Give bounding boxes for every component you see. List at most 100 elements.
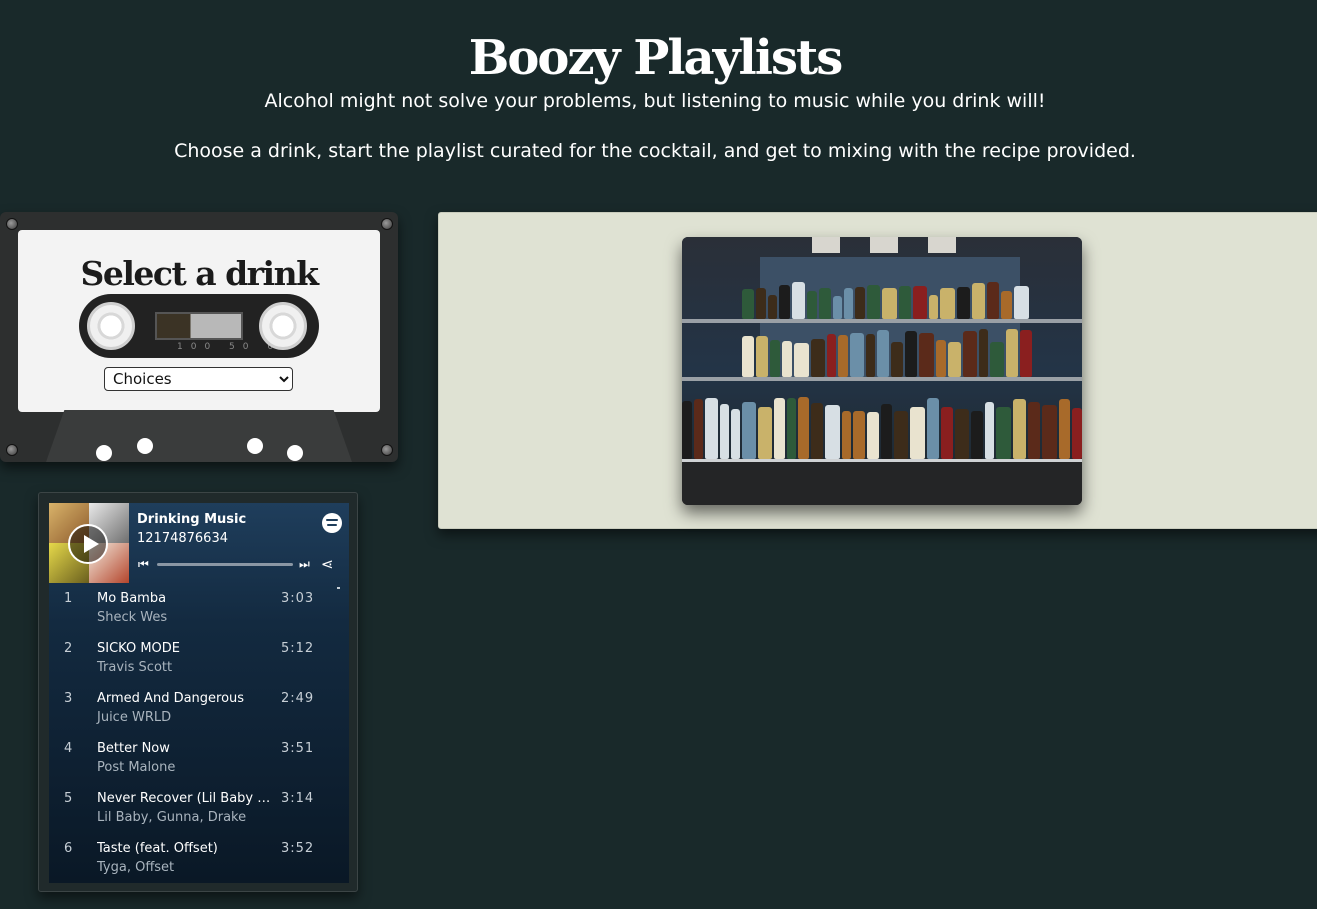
bottle <box>867 412 879 459</box>
cassette-hole <box>247 438 263 454</box>
bottle <box>1059 399 1070 459</box>
bottle <box>792 282 805 319</box>
bottle <box>1072 408 1082 459</box>
drink-select[interactable]: Choices <box>104 367 293 391</box>
bottle <box>919 333 934 377</box>
bottle <box>929 295 938 319</box>
bottle <box>850 333 864 377</box>
bottle <box>972 283 985 319</box>
bottle <box>705 398 718 459</box>
bottle <box>1020 330 1032 377</box>
cassette-label: Select a drink 100 50 0 Choices <box>18 230 380 412</box>
cassette-hole <box>96 445 112 461</box>
track-name: Better Now <box>97 741 170 756</box>
track-artist[interactable]: Sheck Wes <box>97 610 167 625</box>
bottle <box>842 411 851 459</box>
reel-icon <box>87 302 135 350</box>
bottle <box>985 402 994 459</box>
bottle <box>682 401 692 459</box>
bottle <box>987 282 999 319</box>
bottle <box>979 329 988 377</box>
bottle <box>867 285 880 319</box>
bottle <box>768 295 777 319</box>
bottle <box>913 286 927 319</box>
track-artist[interactable]: Tyga, Offset <box>97 860 174 875</box>
table-row[interactable]: 2 SICKO MODE Travis Scott 5:12 <box>49 633 349 683</box>
bottle <box>782 341 792 377</box>
bottle <box>948 342 961 377</box>
track-artist[interactable]: Travis Scott <box>97 660 172 675</box>
table-row[interactable]: 1 Mo Bamba Sheck Wes 3:03 <box>49 583 349 633</box>
bottle <box>756 288 766 319</box>
track-name: Armed And Dangerous <box>97 691 245 706</box>
skip-back-icon[interactable]: ⏮ <box>138 558 150 570</box>
bottle <box>891 342 903 377</box>
bottle <box>877 330 889 377</box>
track-number: 1 <box>64 591 73 606</box>
bottle <box>779 285 790 319</box>
track-number: 6 <box>64 841 73 856</box>
table-row[interactable]: 3 Armed And Dangerous Juice WRLD 2:49 <box>49 683 349 733</box>
page-title: Boozy Playlists <box>468 30 843 86</box>
progress-bar[interactable] <box>157 563 293 566</box>
bottle <box>731 409 740 459</box>
bottle <box>838 335 848 377</box>
bottle <box>990 342 1004 377</box>
bottle <box>910 407 925 459</box>
bottle <box>866 334 875 377</box>
bottle <box>742 402 756 459</box>
reel-icon <box>259 302 307 350</box>
bottle <box>742 289 754 319</box>
bottle <box>1006 329 1018 377</box>
bottle <box>811 403 823 459</box>
bottle <box>853 411 865 459</box>
track-artist[interactable]: Lil Baby, Gunna, Drake <box>97 810 246 825</box>
bottle <box>844 288 853 319</box>
track-duration: 2:49 <box>281 691 315 706</box>
track-artist[interactable]: Post Malone <box>97 760 175 775</box>
select-drink-heading: Select a drink <box>80 254 319 293</box>
track-duration: 3:14 <box>281 791 315 806</box>
cassette-window: 100 50 0 <box>79 294 319 358</box>
share-icon[interactable]: ⋖ <box>321 555 334 573</box>
track-number: 5 <box>64 791 73 806</box>
bottle <box>827 334 836 377</box>
bottle <box>694 399 703 459</box>
bottle <box>1001 291 1012 319</box>
track-name: Taste (feat. Offset) <box>97 841 218 856</box>
bottle <box>794 343 809 377</box>
table-row[interactable]: 5 Never Recover (Lil Baby & ... Lil Baby… <box>49 783 349 833</box>
drink-display-panel <box>438 212 1317 529</box>
playlist-name[interactable]: Drinking Music <box>137 512 246 527</box>
bottle <box>927 398 939 459</box>
track-artist[interactable]: Juice WRLD <box>97 710 171 725</box>
table-row[interactable]: 6 Taste (feat. Offset) Tyga, Offset 3:52 <box>49 833 349 883</box>
skip-forward-icon[interactable]: ⏭ <box>299 558 311 570</box>
track-duration: 3:03 <box>281 591 315 606</box>
bottle <box>882 288 897 319</box>
track-duration: 3:51 <box>281 741 315 756</box>
screw-icon <box>381 218 393 230</box>
bottle <box>957 287 970 319</box>
tape-counter: 100 50 0 <box>177 342 282 352</box>
track-duration: 5:12 <box>281 641 315 656</box>
track-list: 1 Mo Bamba Sheck Wes 3:03 2 SICKO MODE T… <box>49 583 349 883</box>
play-icon[interactable] <box>68 524 108 564</box>
track-name: SICKO MODE <box>97 641 181 656</box>
bottle <box>963 331 977 377</box>
bottle <box>971 411 983 459</box>
bottle <box>940 288 955 319</box>
track-number: 2 <box>64 641 73 656</box>
bar-shelf-image <box>682 237 1082 505</box>
bottle <box>881 404 892 459</box>
tagline: Alcohol might not solve your problems, b… <box>264 90 1046 112</box>
spotify-logo-icon[interactable] <box>322 513 342 533</box>
playlist-owner[interactable]: 12174876634 <box>137 531 228 546</box>
cassette-hole <box>137 438 153 454</box>
bottle <box>899 286 911 319</box>
instructions: Choose a drink, start the playlist curat… <box>174 140 1136 162</box>
bottle <box>941 407 953 459</box>
table-row[interactable]: 4 Better Now Post Malone 3:51 <box>49 733 349 783</box>
page-header: Boozy Playlists Alcohol might not solve … <box>0 28 1310 164</box>
cassette-hole <box>287 445 303 461</box>
